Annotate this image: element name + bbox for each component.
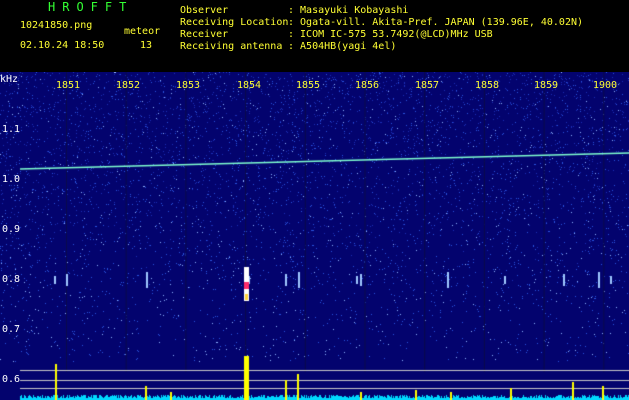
- y-tick-label: 1.0: [2, 174, 21, 185]
- x-tick-label: 1851: [56, 80, 81, 91]
- y-unit-label: kHz: [0, 74, 19, 85]
- y-tick-label: 0.7: [2, 324, 21, 335]
- location-label: Receiving Location: [180, 17, 289, 28]
- y-tick-label: 0.6: [2, 374, 21, 385]
- header-panel: HROFFT 10241850.png 02.10.24 18:50 meteo…: [0, 0, 629, 72]
- x-tick-label: 1852: [116, 80, 141, 91]
- observer-label: Observer: [180, 5, 229, 16]
- file-name: 10241850.png: [20, 20, 93, 31]
- x-tick-label: 1859: [534, 80, 559, 91]
- x-tick-label: 1856: [355, 80, 380, 91]
- y-tick-label: 1.1: [2, 124, 21, 135]
- x-tick-label: 1857: [415, 80, 440, 91]
- spectrogram-canvas: [0, 72, 629, 400]
- receiver-label: Receiver: [180, 29, 229, 40]
- antenna-value: : A504HB(yagi 4el): [288, 41, 397, 52]
- location-value: : Ogata-vill. Akita-Pref. JAPAN (139.96E…: [288, 17, 584, 28]
- date-time: 02.10.24 18:50: [20, 40, 105, 51]
- antenna-label: Receiving antenna: [180, 41, 283, 52]
- x-tick-label: 1855: [296, 80, 321, 91]
- x-tick-label: 1854: [237, 80, 262, 91]
- brand-title: HROFFT: [48, 0, 134, 14]
- x-tick-label: 1900: [593, 80, 618, 91]
- y-tick-label: 0.8: [2, 274, 21, 285]
- receiver-value: : ICOM IC-575 53.7492(@LCD)MHz USB: [288, 29, 493, 40]
- meteor-count: 13: [140, 40, 153, 51]
- observer-value: : Masayuki Kobayashi: [288, 5, 409, 16]
- y-tick-label: 0.9: [2, 224, 21, 235]
- x-tick-label: 1858: [475, 80, 500, 91]
- x-tick-label: 1853: [176, 80, 201, 91]
- meteor-label: meteor: [124, 26, 161, 37]
